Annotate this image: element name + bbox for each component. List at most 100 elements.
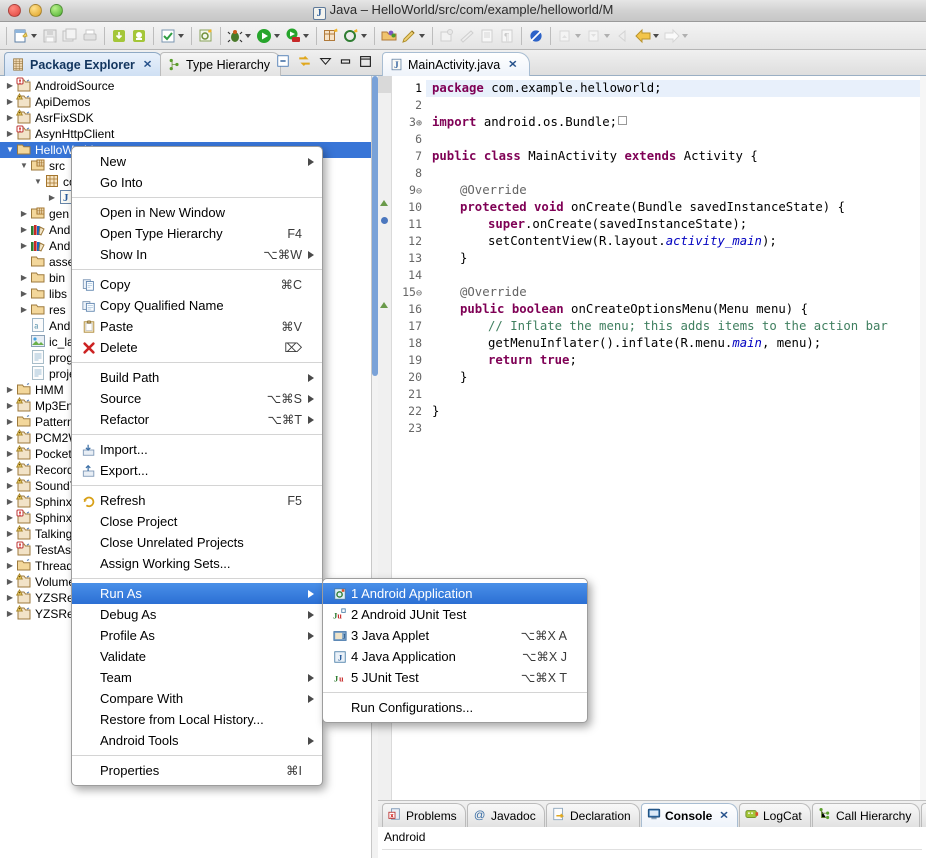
close-icon[interactable]: ✕: [508, 59, 517, 71]
gutter-cell[interactable]: [378, 314, 391, 331]
search-button[interactable]: [399, 26, 419, 46]
console-output[interactable]: [382, 849, 922, 858]
menu-item-open-type-hierarchy[interactable]: Open Type Hierarchy F4: [72, 223, 322, 244]
link-with-editor-icon[interactable]: [297, 54, 312, 68]
gutter-cell[interactable]: [378, 161, 391, 178]
open-type-button[interactable]: [379, 26, 399, 46]
bottom-tab-javadoc[interactable]: @ Javadoc: [467, 803, 545, 827]
menu-item-source[interactable]: Source ⌥⌘S: [72, 388, 322, 409]
code-line[interactable]: // Inflate the menu; this adds items to …: [426, 318, 926, 335]
javadoc-button[interactable]: [477, 26, 497, 46]
menu-item-export[interactable]: Export...: [72, 460, 322, 481]
menu-item-close-unrelated-projects[interactable]: Close Unrelated Projects: [72, 532, 322, 553]
bottom-tab-se[interactable]: Se: [921, 803, 926, 827]
chevron-right-icon[interactable]: ▶: [4, 574, 16, 590]
new-wizard-button[interactable]: [11, 26, 31, 46]
code-line[interactable]: package com.example.helloworld;: [426, 80, 926, 97]
code-line[interactable]: return true;: [426, 352, 926, 369]
chevron-right-icon[interactable]: ▶: [4, 590, 16, 606]
chevron-right-icon[interactable]: ▶: [18, 286, 30, 302]
breakpoint-marker-icon[interactable]: [378, 212, 391, 229]
menu-item-properties[interactable]: Properties ⌘I: [72, 760, 322, 781]
code-line[interactable]: }: [426, 369, 926, 386]
gutter-cell[interactable]: [378, 263, 391, 280]
new-java-class-button[interactable]: [341, 26, 361, 46]
open-task-button[interactable]: [437, 26, 457, 46]
gutter-cell[interactable]: [378, 93, 391, 110]
tree-item[interactable]: ▶ AsynHttpClient: [0, 125, 371, 142]
code-line[interactable]: [426, 267, 926, 284]
code-editor[interactable]: 1 2 3⊕ 6 7 8 9⊖ 10 11 12 13 14 15⊖ 16 17 18 19 20 21 22 23 p…: [378, 76, 926, 848]
run-as-item-run-configurations[interactable]: Run Configurations...: [323, 697, 587, 718]
gutter-cell[interactable]: [378, 110, 391, 127]
chevron-right-icon[interactable]: ▶: [4, 430, 16, 446]
code-line[interactable]: [426, 97, 926, 114]
editor-source-code[interactable]: package com.example.helloworld; import an…: [426, 76, 926, 848]
bottom-tab-call-hierarchy[interactable]: Call Hierarchy: [812, 803, 921, 827]
bottom-tab-console[interactable]: Console ✕: [641, 803, 738, 827]
menu-item-run-as[interactable]: Run As: [72, 583, 322, 604]
menu-item-open-in-new-window[interactable]: Open in New Window: [72, 202, 322, 223]
gutter-cell[interactable]: [378, 229, 391, 246]
gutter-cell[interactable]: [378, 348, 391, 365]
external-tools-dropdown[interactable]: [303, 33, 309, 38]
chevron-right-icon[interactable]: ▶: [4, 126, 16, 142]
chevron-right-icon[interactable]: ▶: [4, 494, 16, 510]
override-marker-icon[interactable]: [378, 195, 391, 212]
menu-item-show-in[interactable]: Show In ⌥⌘W: [72, 244, 322, 265]
menu-item-copy[interactable]: Copy ⌘C: [72, 274, 322, 295]
menu-item-validate[interactable]: Validate: [72, 646, 322, 667]
minimize-icon[interactable]: [339, 55, 352, 68]
editor-scrollbar[interactable]: [920, 76, 926, 848]
code-line[interactable]: [426, 386, 926, 403]
chevron-right-icon[interactable]: ▶: [4, 446, 16, 462]
code-line[interactable]: [426, 131, 926, 148]
print-button[interactable]: [80, 26, 100, 46]
paragraph-button[interactable]: ¶: [497, 26, 517, 46]
chevron-down-icon[interactable]: ▼: [32, 174, 44, 190]
close-icon[interactable]: ✕: [143, 59, 152, 71]
forward-arrow-button[interactable]: [662, 26, 682, 46]
gutter-cell[interactable]: [378, 76, 391, 93]
menu-item-refactor[interactable]: Refactor ⌥⌘T: [72, 409, 322, 430]
menu-item-refresh[interactable]: Refresh F5: [72, 490, 322, 511]
code-line[interactable]: @Override: [426, 182, 926, 199]
code-line[interactable]: setContentView(R.layout.activity_main);: [426, 233, 926, 250]
chevron-right-icon[interactable]: ▶: [4, 110, 16, 126]
code-line[interactable]: [426, 420, 926, 437]
android-sdk-manager-button[interactable]: [109, 26, 129, 46]
run-as-submenu[interactable]: 1 Android Application Ju 2 Android JUnit T…: [322, 578, 588, 723]
menu-item-paste[interactable]: Paste ⌘V: [72, 316, 322, 337]
code-line[interactable]: @Override: [426, 284, 926, 301]
menu-item-delete[interactable]: Delete ⌦: [72, 337, 322, 358]
menu-item-team[interactable]: Team: [72, 667, 322, 688]
skip-breakpoints-button[interactable]: [457, 26, 477, 46]
previous-annotation-button[interactable]: [584, 26, 604, 46]
mark-occurrences-dropdown[interactable]: [178, 33, 184, 38]
close-icon[interactable]: ✕: [719, 810, 728, 822]
gutter-cell[interactable]: [378, 416, 391, 433]
menu-item-go-into[interactable]: Go Into: [72, 172, 322, 193]
menu-item-close-project[interactable]: Close Project: [72, 511, 322, 532]
previous-annotation-dropdown[interactable]: [604, 33, 610, 38]
chevron-right-icon[interactable]: ▶: [4, 398, 16, 414]
menu-item-debug-as[interactable]: Debug As: [72, 604, 322, 625]
next-annotation-button[interactable]: [555, 26, 575, 46]
gutter-cell[interactable]: [378, 331, 391, 348]
code-line[interactable]: public class MainActivity extends Activi…: [426, 148, 926, 165]
chevron-right-icon[interactable]: ▶: [4, 382, 16, 398]
chevron-right-icon[interactable]: ▶: [4, 606, 16, 622]
debug-button[interactable]: [225, 26, 245, 46]
menu-item-build-path[interactable]: Build Path: [72, 367, 322, 388]
code-line[interactable]: protected void onCreate(Bundle savedInst…: [426, 199, 926, 216]
gutter-cell[interactable]: [378, 127, 391, 144]
tree-item[interactable]: ▶ AndroidSource: [0, 77, 371, 94]
chevron-right-icon[interactable]: ▶: [4, 558, 16, 574]
menu-item-new[interactable]: New: [72, 151, 322, 172]
chevron-right-icon[interactable]: ▶: [4, 94, 16, 110]
gutter-cell[interactable]: [378, 280, 391, 297]
editor-marker-gutter[interactable]: [378, 76, 392, 848]
chevron-right-icon[interactable]: ▶: [18, 270, 30, 286]
chevron-right-icon[interactable]: ▶: [4, 542, 16, 558]
collapsed-imports-box[interactable]: [618, 116, 628, 125]
